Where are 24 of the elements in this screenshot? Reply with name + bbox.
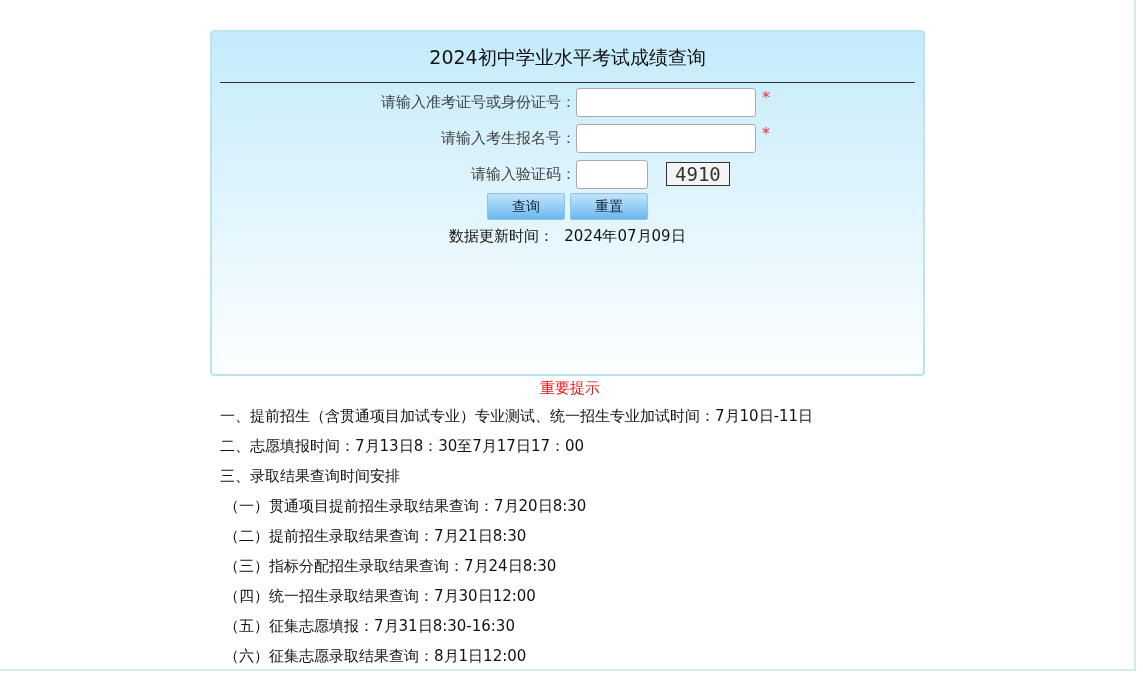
notice-line: （三）指标分配招生录取结果查询：7月24日8:30 [224,556,558,577]
field-label: 请输入考生报名号： [440,128,576,148]
input-field[interactable] [576,160,648,189]
input-field[interactable] [576,88,756,117]
notice-title: 重要提示 [539,379,601,399]
required-mark: * [762,88,770,107]
notice-line: （四）统一招生录取结果查询：7月30日12:00 [224,586,537,607]
notice-line: （二）提前招生录取结果查询：7月21日8:30 [224,526,528,547]
notice-line: 二、志愿填报时间：7月13日8：30至7月17日17：00 [220,436,586,457]
notice-line: （六）征集志愿录取结果查询：8月1日12:00 [224,646,528,667]
notice-line: 一、提前招生（含贯通项目加试专业）专业测试、统一招生专业加试时间：7月10日-11日 [220,406,815,427]
input-field[interactable] [576,124,756,153]
update-label: 数据更新时间： [449,227,555,246]
field-label: 请输入验证码： [470,164,576,184]
update-date: 2024年07月09日 [564,227,686,246]
form-button[interactable]: 查询 [486,193,565,220]
notice-line: （五）征集志愿填报：7月31日8:30-16:30 [224,616,516,637]
notice-line: （一）贯通项目提前招生录取结果查询：7月20日8:30 [224,496,588,517]
form-button[interactable]: 重置 [569,193,648,220]
required-mark: * [762,124,770,143]
captcha-image[interactable]: 4910 [666,162,730,186]
notice-line: 三、录取结果查询时间安排 [220,466,401,487]
field-label: 请输入准考证号或身份证号： [380,92,576,112]
page-title: 2024初中学业水平考试成绩查询 [428,45,707,70]
